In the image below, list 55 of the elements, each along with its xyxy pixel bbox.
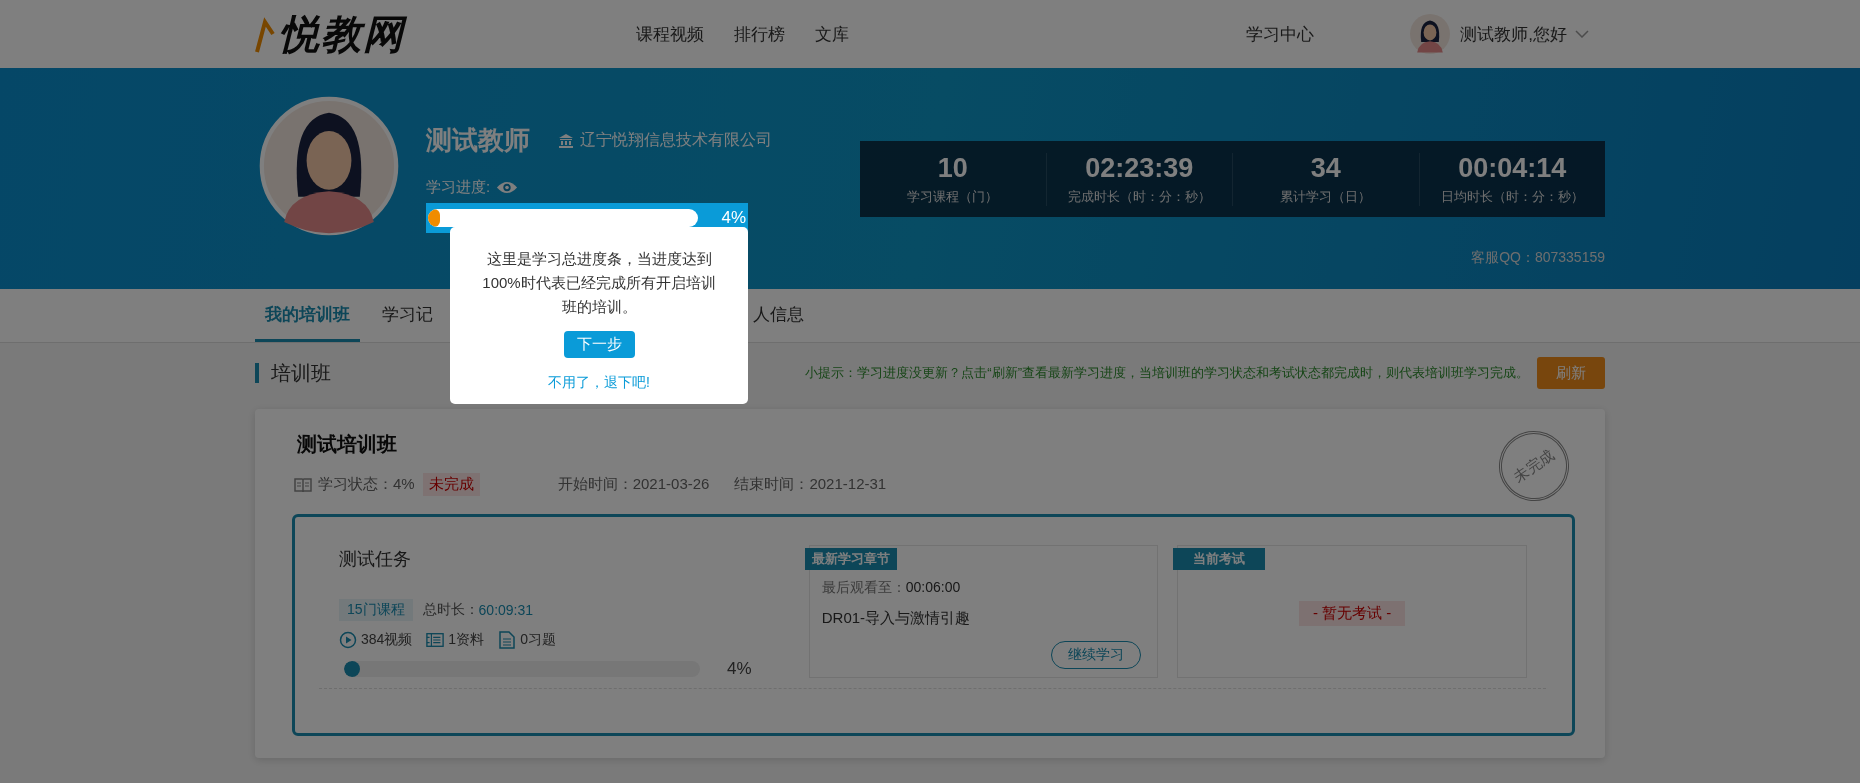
stat-label: 学习课程（门） — [907, 187, 999, 206]
panel-tag: 最新学习章节 — [804, 548, 897, 570]
count-text: 0习题 — [520, 631, 556, 649]
task-name: 测试任务 — [339, 548, 412, 571]
tooltip-text: 这里是学习总进度条，当进度达到100%时代表已经完成所有开启培训班的培训。 — [481, 249, 717, 317]
empty-exam-notice: - 暂无考试 - — [1299, 601, 1406, 626]
study-center-link[interactable]: 学习中心 — [1246, 22, 1315, 46]
stat-label: 累计学习（日） — [1280, 187, 1372, 206]
user-name: 测试教师 — [426, 124, 530, 157]
avatar-icon[interactable] — [1410, 14, 1451, 54]
nav-link[interactable]: 排行榜 — [734, 22, 785, 46]
count-text: 1资料 — [448, 631, 485, 649]
tab[interactable]: 人信息 — [753, 289, 814, 342]
chevron-down-icon[interactable] — [1575, 30, 1589, 38]
stat-value: 02:23:39 — [1085, 152, 1194, 184]
eye-icon[interactable] — [496, 180, 519, 195]
count-text: 384视频 — [361, 631, 413, 649]
continue-button[interactable]: 继续学习 — [1051, 641, 1142, 669]
duration-value: 60:09:31 — [478, 602, 534, 618]
nav-link[interactable]: 文库 — [815, 22, 849, 46]
stat-value: 00:04:14 — [1458, 152, 1567, 184]
bank-icon — [558, 132, 574, 149]
next-button[interactable]: 下一步 — [563, 331, 635, 358]
tab[interactable]: 我的培训班 — [255, 289, 360, 342]
avatar-icon — [259, 96, 399, 236]
progress-label: 学习进度: — [426, 178, 491, 197]
panel-tag: 当前考试 — [1173, 548, 1266, 570]
book-icon — [294, 476, 312, 493]
last-watched-time: 00:06:00 — [905, 579, 961, 595]
section-title: 培训班 — [255, 363, 331, 383]
course-count: 15门课程 — [339, 599, 413, 621]
tip-text: 小提示：学习进度没更新？点击“刷新”查看最新学习进度，当培训班的学习状态和考试状态都完成时，则代表培训班学习完成。 — [805, 364, 1529, 382]
dismiss-link[interactable]: 不用了，退下吧! — [548, 374, 650, 392]
last-watched-label: 最后观看至： — [821, 579, 906, 595]
stat-label: 日均时长（时：分：秒） — [1440, 187, 1584, 206]
status-badge: 未完成 — [422, 473, 480, 496]
chapter-title: DR01-导入与激情引趣 — [821, 609, 972, 628]
stat-value: 10 — [937, 152, 968, 184]
duration-label: 总时长： — [422, 601, 479, 619]
tab[interactable]: 学习记 — [372, 289, 443, 342]
progress-reading: 4% — [721, 208, 746, 228]
start-date: 开始时间：2021-03-26 — [557, 475, 710, 494]
user-greeting[interactable]: 测试教师,您好 — [1460, 22, 1567, 46]
stat-value: 34 — [1310, 152, 1341, 184]
document-list-icon — [426, 631, 445, 649]
play-icon — [339, 631, 357, 649]
company-name: 辽宁悦翔信息技术有限公司 — [580, 130, 772, 150]
study-status: 学习状态：4% — [318, 475, 415, 494]
logo[interactable]: 悦教网 — [255, 7, 405, 61]
support-qq: 客服QQ：807335159 — [1471, 249, 1605, 267]
document-icon — [498, 631, 517, 649]
end-date: 结束时间：2021-12-31 — [734, 475, 887, 494]
stat-label: 完成时长（时：分：秒） — [1067, 187, 1211, 206]
task-progress-reading: 4% — [727, 659, 752, 679]
nav-link[interactable]: 课程视频 — [636, 22, 704, 46]
